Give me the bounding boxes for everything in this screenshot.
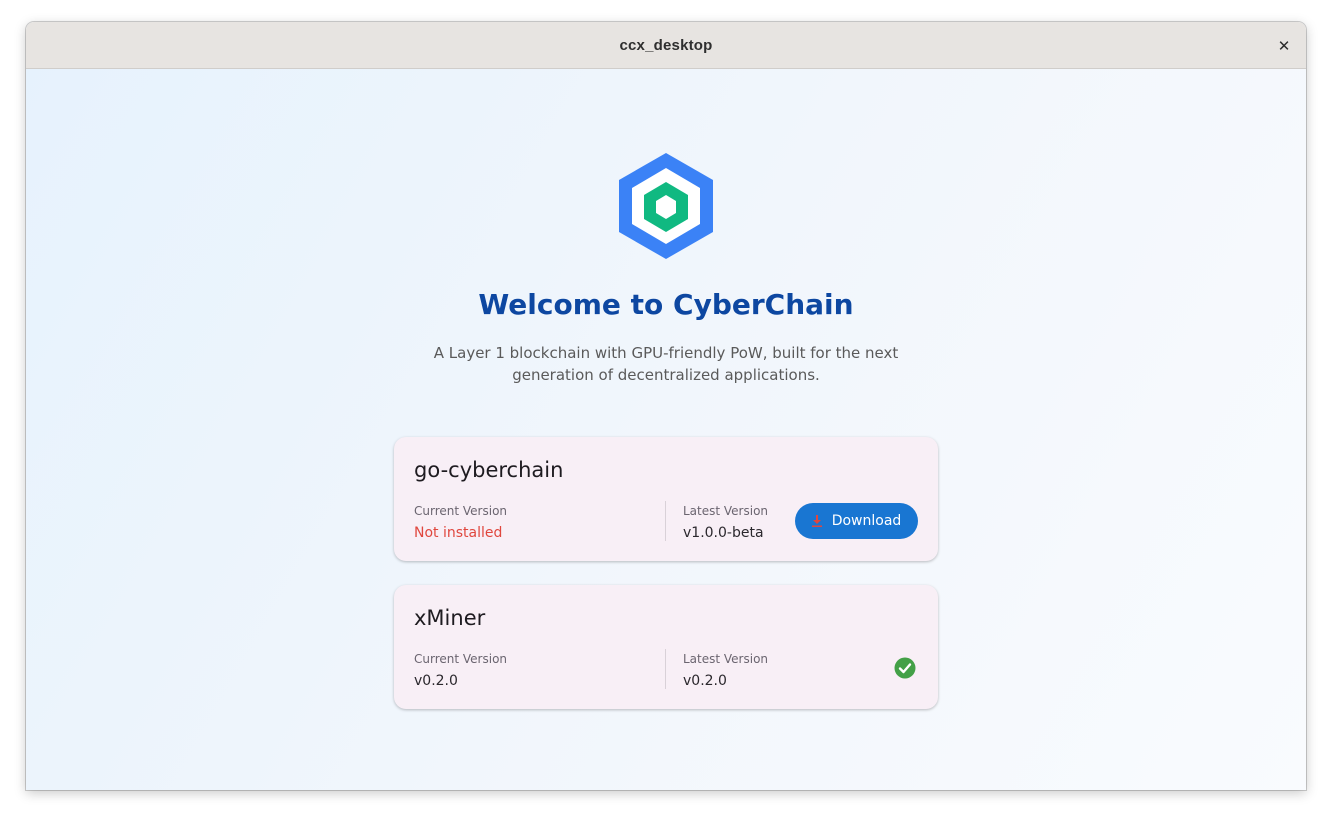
app-window: ccx_desktop ✕ Welcome to CyberChain A La… (26, 22, 1306, 790)
current-version-value: Not installed (414, 525, 503, 541)
current-version-column: Current Version v0.2.0 (414, 652, 507, 690)
latest-version-value: v0.2.0 (683, 673, 727, 689)
current-version-value: v0.2.0 (414, 673, 458, 689)
component-card-go-cyberchain: go-cyberchain Current Version Not instal… (394, 437, 938, 561)
latest-version-column: Latest Version v1.0.0-beta (683, 504, 768, 542)
check-circle-icon (894, 657, 916, 679)
subtitle-line-2: generation of decentralized applications… (512, 366, 820, 384)
latest-version-value: v1.0.0-beta (683, 525, 764, 541)
component-card-xminer: xMiner Current Version v0.2.0 Latest Ver… (394, 585, 938, 709)
component-name: go-cyberchain (414, 458, 564, 482)
column-divider (665, 501, 666, 541)
latest-version-label: Latest Version (683, 652, 769, 666)
current-version-label: Current Version (414, 504, 508, 518)
title-bar[interactable]: ccx_desktop ✕ (26, 22, 1306, 69)
latest-version-label: Latest Version (683, 504, 769, 518)
current-version-column: Current Version Not installed (414, 504, 507, 542)
component-name: xMiner (414, 606, 486, 630)
download-button[interactable]: Download (795, 503, 918, 539)
download-icon (811, 515, 822, 527)
cyberchain-logo-icon (619, 153, 713, 259)
subtitle-line-1: A Layer 1 blockchain with GPU-friendly P… (433, 344, 899, 362)
welcome-heading: Welcome to CyberChain (478, 288, 854, 321)
close-button[interactable]: ✕ (1272, 34, 1296, 58)
close-icon: ✕ (1277, 37, 1291, 55)
window-title: ccx_desktop (619, 36, 713, 54)
download-button-label: Download (831, 513, 902, 529)
welcome-subtitle: A Layer 1 blockchain with GPU-friendly P… (26, 342, 1306, 386)
latest-version-column: Latest Version v0.2.0 (683, 652, 768, 690)
current-version-label: Current Version (414, 652, 508, 666)
column-divider (665, 649, 666, 689)
